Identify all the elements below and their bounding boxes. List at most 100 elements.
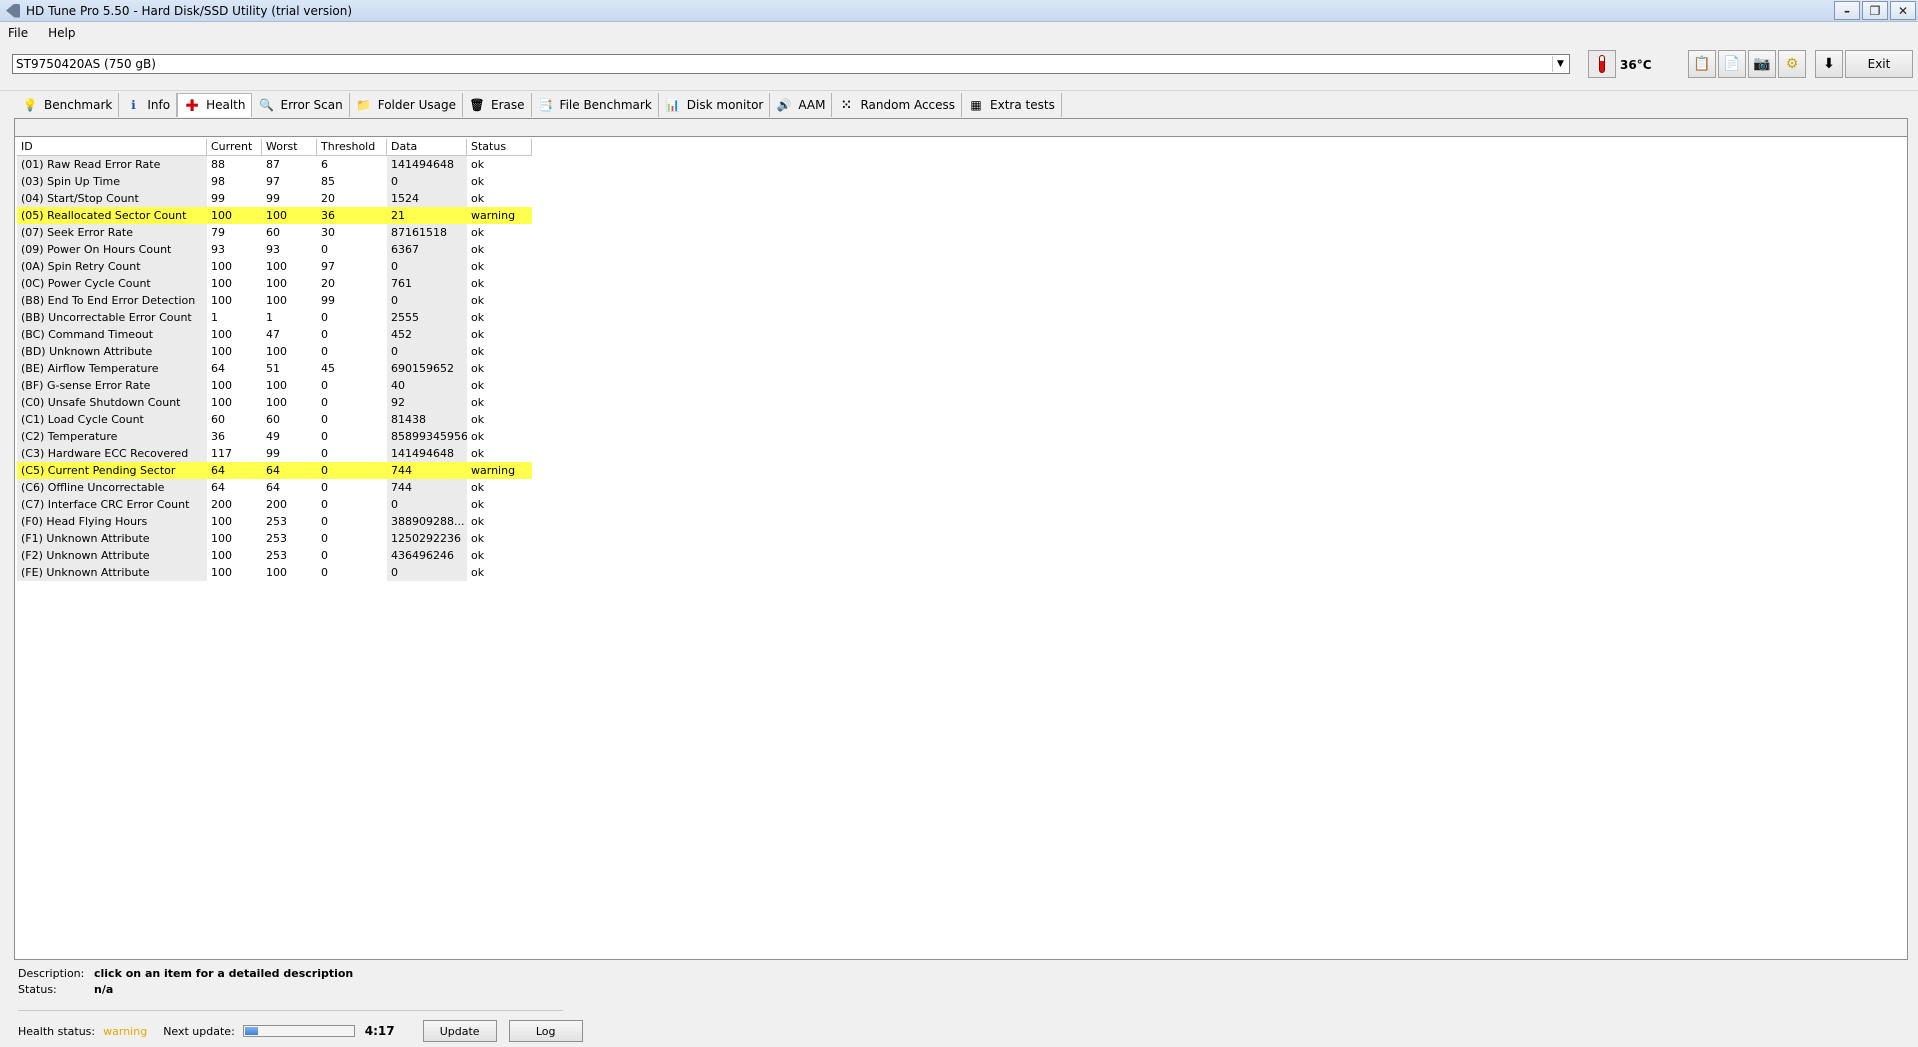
table-row[interactable]: (C1) Load Cycle Count 60 60 0 81438 ok — [17, 411, 532, 428]
tab-file-benchmark[interactable]: 📑 File Benchmark — [532, 92, 659, 117]
window-controls: – ❐ ✕ — [1832, 1, 1916, 20]
log-button[interactable]: Log — [508, 1020, 583, 1042]
tab-benchmark[interactable]: 💡 Benchmark — [16, 92, 120, 117]
cell-worst: 253 — [266, 515, 287, 528]
copy-info-button[interactable]: 📋 — [1688, 50, 1716, 78]
cell-data: 690159652 — [387, 360, 467, 377]
cell-data: 0 — [387, 343, 467, 360]
close-button[interactable]: ✕ — [1890, 1, 1916, 20]
tab-aam[interactable]: 🔊 AAM — [770, 92, 833, 117]
tab-extra-tests[interactable]: ▦ Extra tests — [962, 92, 1062, 117]
cell-data: 452 — [387, 326, 467, 343]
table-row[interactable]: (B8) End To End Error Detection 100 100 99 0… — [17, 292, 532, 309]
cell-threshold: 45 — [321, 362, 335, 375]
tab-health[interactable]: ✚ Health — [177, 92, 253, 117]
table-row[interactable]: (BD) Unknown Attribute 100 100 0 0 ok — [17, 343, 532, 360]
cell-id: (BE) Airflow Temperature — [17, 360, 207, 377]
cell-current: 100 — [211, 260, 232, 273]
column-header-current[interactable]: Current — [207, 139, 262, 156]
cell-worst: 64 — [266, 481, 280, 494]
save-button[interactable]: ⬇ — [1815, 50, 1843, 78]
table-row[interactable]: (F2) Unknown Attribute 100 253 0 436496246 ok — [17, 547, 532, 564]
table-row[interactable]: (BC) Command Timeout 100 47 0 452 ok — [17, 326, 532, 343]
column-header-id[interactable]: ID — [17, 139, 207, 156]
menu-bar: File Help — [0, 22, 1918, 44]
cell-threshold: 0 — [321, 396, 328, 409]
cell-threshold: 0 — [321, 498, 328, 511]
table-row[interactable]: (0C) Power Cycle Count 100 100 20 761 ok — [17, 275, 532, 292]
options-button[interactable]: ⚙ — [1778, 50, 1806, 78]
tab-random-access[interactable]: ⁙ Random Access — [832, 92, 963, 117]
table-row[interactable]: (07) Seek Error Rate 79 60 30 87161518 ok — [17, 224, 532, 241]
table-row[interactable]: (F1) Unknown Attribute 100 253 0 1250292236 o… — [17, 530, 532, 547]
cell-current: 64 — [211, 362, 225, 375]
cell-worst: 100 — [266, 396, 287, 409]
update-button[interactable]: Update — [422, 1020, 497, 1042]
table-row[interactable]: (0A) Spin Retry Count 100 100 97 0 ok — [17, 258, 532, 275]
cell-threshold: 0 — [321, 566, 328, 579]
tab-erase[interactable]: 🗑 Erase — [463, 92, 532, 117]
table-row[interactable]: (01) Raw Read Error Rate 88 87 6 141494648 ok — [17, 156, 532, 173]
table-row[interactable]: (FE) Unknown Attribute 100 100 0 0 ok — [17, 564, 532, 581]
table-row[interactable]: (03) Spin Up Time 98 97 85 0 ok — [17, 173, 532, 190]
divider — [18, 1010, 563, 1011]
chevron-down-icon[interactable]: ▼ — [1552, 56, 1568, 72]
save-icon: ⬇ — [1823, 56, 1835, 72]
cell-id: (C1) Load Cycle Count — [17, 411, 207, 428]
table-row[interactable]: (C2) Temperature 36 49 0 85899345956 ok — [17, 428, 532, 445]
table-row[interactable]: (BE) Airflow Temperature 64 51 45 690159652 o… — [17, 360, 532, 377]
table-row[interactable]: (C6) Offline Uncorrectable 64 64 0 744 ok — [17, 479, 532, 496]
cell-status: ok — [471, 175, 485, 188]
column-header-worst[interactable]: Worst — [262, 139, 317, 156]
app-icon — [6, 3, 20, 18]
cell-current: 100 — [211, 549, 232, 562]
cell-worst: 253 — [266, 532, 287, 545]
tab-info[interactable]: ℹ Info — [119, 92, 178, 117]
cell-status: ok — [471, 277, 485, 290]
table-body: (01) Raw Read Error Rate 88 87 6 141494648 ok… — [17, 156, 532, 581]
table-row[interactable]: (C7) Interface CRC Error Count 200 200 0 0 ok — [17, 496, 532, 513]
screenshot-button[interactable]: 📷 — [1748, 50, 1776, 78]
tab-folder-usage[interactable]: 📁 Folder Usage — [350, 92, 464, 117]
cell-data: 2555 — [387, 309, 467, 326]
menu-file[interactable]: File — [8, 26, 28, 40]
exit-button[interactable]: Exit — [1845, 50, 1913, 78]
drive-select[interactable]: ST9750420AS (750 gB) ▼ — [12, 54, 1570, 74]
menu-help[interactable]: Help — [48, 26, 75, 40]
cell-worst: 100 — [266, 379, 287, 392]
table-row[interactable]: (BF) G-sense Error Rate 100 100 0 40 ok — [17, 377, 532, 394]
table-row[interactable]: (BB) Uncorrectable Error Count 1 1 0 2555 ok — [17, 309, 532, 326]
copy-text-button[interactable]: 📄 — [1718, 50, 1746, 78]
cell-threshold: 0 — [321, 345, 328, 358]
minimize-icon: – — [1844, 3, 1850, 18]
cell-threshold: 0 — [321, 481, 328, 494]
table-row[interactable]: (09) Power On Hours Count 93 93 0 6367 ok — [17, 241, 532, 258]
cell-threshold: 0 — [321, 379, 328, 392]
smart-table[interactable]: ID Current Worst Threshold Data Status (… — [17, 139, 532, 581]
minimize-button[interactable]: – — [1834, 1, 1860, 20]
table-row[interactable]: (C0) Unsafe Shutdown Count 100 100 0 92 ok — [17, 394, 532, 411]
tab-error-scan[interactable]: 🔍 Error Scan — [252, 92, 350, 117]
cell-current: 64 — [207, 462, 262, 479]
tab-label: Info — [147, 97, 171, 112]
tab-disk-monitor[interactable]: 📊 Disk monitor — [659, 92, 771, 117]
restore-button[interactable]: ❐ — [1862, 1, 1888, 20]
cell-current: 88 — [211, 158, 225, 171]
cell-worst: 64 — [262, 462, 317, 479]
cell-worst: 99 — [266, 192, 280, 205]
table-row[interactable]: (05) Reallocated Sector Count 100 100 36 21 w… — [17, 207, 532, 224]
table-row[interactable]: (C5) Current Pending Sector 64 64 0 744 warni… — [17, 462, 532, 479]
cell-worst: 99 — [266, 447, 280, 460]
temperature-button[interactable] — [1588, 50, 1616, 78]
cell-status: ok — [471, 345, 485, 358]
cell-status: ok — [471, 413, 485, 426]
column-header-status[interactable]: Status — [467, 139, 532, 156]
cell-data: 744 — [387, 479, 467, 496]
cell-threshold: 0 — [321, 532, 328, 545]
description-area: Description: click on an item for a deta… — [18, 965, 353, 997]
table-row[interactable]: (F0) Head Flying Hours 100 253 0 388909288..… — [17, 513, 532, 530]
table-row[interactable]: (C3) Hardware ECC Recovered 117 99 0 1414946… — [17, 445, 532, 462]
table-row[interactable]: (04) Start/Stop Count 99 99 20 1524 ok — [17, 190, 532, 207]
column-header-data[interactable]: Data — [387, 139, 467, 156]
column-header-threshold[interactable]: Threshold — [317, 139, 387, 156]
